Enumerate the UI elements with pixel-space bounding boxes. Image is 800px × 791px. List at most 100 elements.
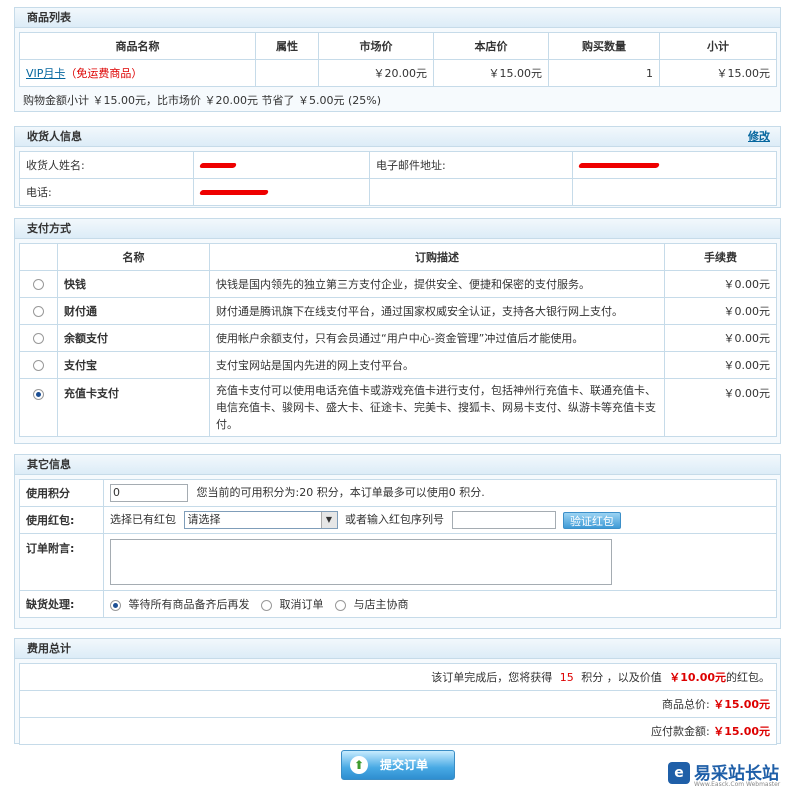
payment-header-row: 名称 订购描述 手续费 xyxy=(19,243,777,271)
payment-radio-tenpay[interactable] xyxy=(33,306,44,317)
bonus-select[interactable]: 请选择 ▼ xyxy=(183,511,338,529)
consignee-name-value xyxy=(193,151,370,179)
payment-desc: 充值卡支付可以使用电话充值卡或游戏充值卡进行支付，包括神州行充值卡、联通充值卡、… xyxy=(209,378,665,437)
goods-total-cell: 商品总价: ￥15.00元 xyxy=(19,690,777,718)
payment-desc: 支付宝网站是国内先进的网上支付平台。 xyxy=(209,351,665,379)
radio-cell xyxy=(19,297,58,325)
consignee-name-label: 收货人姓名: xyxy=(19,151,194,179)
payable-value: ￥15.00元 xyxy=(713,725,770,738)
payment-radio-card[interactable] xyxy=(33,388,44,400)
table-row: 快钱 快钱是国内领先的独立第三方支付企业，提供安全、便捷和保密的支付服务。 ￥0… xyxy=(19,270,777,298)
shortage-option-label: 取消订单 xyxy=(279,598,324,611)
bonus-choose-text: 选择已有红包 xyxy=(110,513,176,526)
consignee-phone-value xyxy=(193,178,370,206)
payment-desc: 财付通是腾讯旗下在线支付平台，通过国家权威安全认证，支持各大银行网上支付。 xyxy=(209,297,665,325)
payment-fee: ￥0.00元 xyxy=(664,351,777,379)
payment-name: 余额支付 xyxy=(57,324,210,352)
goods-name-link[interactable]: VIP月卡 xyxy=(26,67,65,80)
arrow-up-icon: ⬆ xyxy=(350,756,368,774)
consignee-table: 收货人姓名: 电子邮件地址: 电话: xyxy=(19,151,777,206)
payment-radio-kuaiqian[interactable] xyxy=(33,279,44,290)
col-radio xyxy=(19,243,58,271)
shortage-option-label: 与店主协商 xyxy=(353,598,409,611)
shortage-cell: 等待所有商品备齐后再发 取消订单 与店主协商 xyxy=(103,590,777,618)
payment-panel: 支付方式 名称 订购描述 手续费 快钱 快钱是国内领先的独立第三方支付企业，提供… xyxy=(14,218,781,444)
consignee-email-label: 电子邮件地址: xyxy=(369,151,573,179)
goods-table: 商品名称 属性 市场价 本店价 购买数量 小计 VIP月卡（免运费商品） ￥20… xyxy=(19,32,777,87)
radio-cell xyxy=(19,351,58,379)
shortage-radio-negotiate[interactable] xyxy=(335,599,346,611)
col-subtotal: 小计 xyxy=(659,32,777,60)
note-cell xyxy=(103,533,777,591)
goods-total-label: 商品总价: xyxy=(661,698,710,711)
payment-fee: ￥0.00元 xyxy=(664,297,777,325)
table-row: 财付通 财付通是腾讯旗下在线支付平台，通过国家权威安全认证，支持各大银行网上支付… xyxy=(19,297,777,325)
note-label: 订单附言: xyxy=(19,533,104,591)
table-row: 余额支付 使用帐户余额支付，只有会员通过“用户中心-资金管理”冲过值后才能使用。… xyxy=(19,324,777,352)
order-note-textarea[interactable] xyxy=(110,539,612,585)
verify-bonus-button[interactable]: 验证红包 xyxy=(563,511,621,529)
edit-consignee-link[interactable]: 修改 xyxy=(748,127,770,147)
goods-summary: 购物金额小计 ￥15.00元，比市场价 ￥20.00元 节省了 ￥5.00元 (… xyxy=(23,94,381,107)
bonus-label: 使用红包: xyxy=(19,506,104,534)
bonus-select-value: 请选择 xyxy=(187,513,221,526)
reward-text: 该订单完成后，您将获得 xyxy=(431,671,553,684)
chevron-down-icon: ▼ xyxy=(320,512,337,528)
bonus-sn-input[interactable] xyxy=(451,511,556,529)
redacted-mark xyxy=(578,163,660,168)
shortage-label: 缺货处理: xyxy=(19,590,104,618)
col-qty: 购买数量 xyxy=(548,32,660,60)
goods-total-value: ￥15.00元 xyxy=(713,698,770,711)
points-row: 使用积分 0 您当前的可用积分为:20 积分，本订单最多可以使用0 积分. xyxy=(19,479,777,507)
goods-attr xyxy=(255,59,319,87)
shortage-radio-wait[interactable] xyxy=(110,599,121,611)
payable-row: 应付款金额: ￥15.00元 xyxy=(19,717,777,745)
shortage-option-label: 等待所有商品备齐后再发 xyxy=(128,598,250,611)
payment-name: 支付宝 xyxy=(57,351,210,379)
col-pay-fee: 手续费 xyxy=(664,243,777,271)
shortage-radio-cancel[interactable] xyxy=(261,599,272,611)
payment-name: 充值卡支付 xyxy=(57,378,210,437)
radio-cell xyxy=(19,270,58,298)
col-goods-name: 商品名称 xyxy=(19,32,256,60)
payment-desc: 使用帐户余额支付，只有会员通过“用户中心-资金管理”冲过值后才能使用。 xyxy=(209,324,665,352)
payment-radio-alipay[interactable] xyxy=(33,360,44,371)
payment-name: 财付通 xyxy=(57,297,210,325)
redacted-mark xyxy=(199,190,269,195)
consignee-title-text: 收货人信息 xyxy=(27,130,82,143)
shortage-row: 缺货处理: 等待所有商品备齐后再发 取消订单 与店主协商 xyxy=(19,590,777,618)
payment-radio-balance[interactable] xyxy=(33,333,44,344)
payment-panel-title: 支付方式 xyxy=(15,219,780,239)
points-input[interactable]: 0 xyxy=(110,484,188,502)
submit-order-button[interactable]: ⬆ 提交订单 xyxy=(341,750,455,780)
payment-fee: ￥0.00元 xyxy=(664,324,777,352)
consignee-email-value xyxy=(572,151,777,179)
redacted-mark xyxy=(199,163,237,168)
consignee-panel: 收货人信息 修改 收货人姓名: 电子邮件地址: 电话: xyxy=(14,126,781,208)
payment-fee: ￥0.00元 xyxy=(664,270,777,298)
reward-text: 的红包。 xyxy=(726,671,770,684)
total-table: 该订单完成后，您将获得 15 积分 ，以及价值 ￥10.00元的红包。 商品总价… xyxy=(19,663,777,745)
consignee-phone-label: 电话: xyxy=(19,178,194,206)
payable-cell: 应付款金额: ￥15.00元 xyxy=(19,717,777,745)
points-label: 使用积分 xyxy=(19,479,104,507)
col-market-price: 市场价 xyxy=(318,32,434,60)
goods-subtotal: ￥15.00元 xyxy=(659,59,777,87)
goods-name-cell: VIP月卡（免运费商品） xyxy=(19,59,256,87)
site-logo-icon: e xyxy=(668,762,690,784)
other-table: 使用积分 0 您当前的可用积分为:20 积分，本订单最多可以使用0 积分. 使用… xyxy=(19,479,777,618)
other-panel-title: 其它信息 xyxy=(15,455,780,475)
bonus-or-text: 或者输入红包序列号 xyxy=(345,513,444,526)
reward-cell: 该订单完成后，您将获得 15 积分 ，以及价值 ￥10.00元的红包。 xyxy=(19,663,777,691)
payment-name: 快钱 xyxy=(57,270,210,298)
col-pay-name: 名称 xyxy=(57,243,210,271)
empty-cell xyxy=(369,178,573,206)
reward-text: 积分 ，以及价值 xyxy=(581,671,662,684)
consignee-panel-title: 收货人信息 修改 xyxy=(15,127,780,147)
goods-shop-price: ￥15.00元 xyxy=(433,59,549,87)
bonus-row: 使用红包: 选择已有红包 请选择 ▼ 或者输入红包序列号 验证红包 xyxy=(19,506,777,534)
goods-total-row: 商品总价: ￥15.00元 xyxy=(19,690,777,718)
radio-cell xyxy=(19,324,58,352)
goods-market-price: ￥20.00元 xyxy=(318,59,434,87)
bonus-cell: 选择已有红包 请选择 ▼ 或者输入红包序列号 验证红包 xyxy=(103,506,777,534)
